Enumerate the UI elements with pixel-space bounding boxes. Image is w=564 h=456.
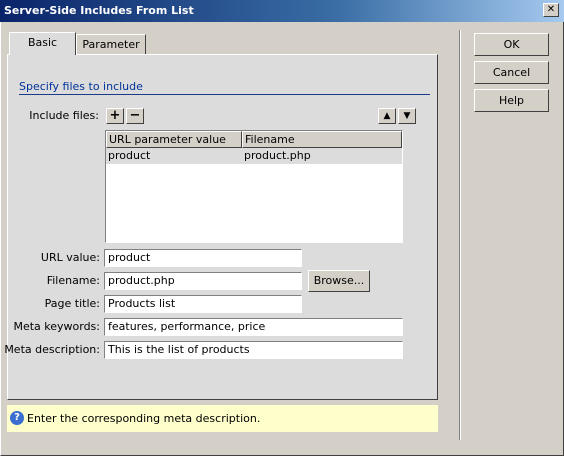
vertical-divider xyxy=(459,30,461,440)
move-up-icon[interactable]: ▲ xyxy=(378,108,396,124)
url-value-field[interactable]: product xyxy=(104,249,302,267)
basic-tab-panel: Specify files to include Include files: … xyxy=(4,54,438,400)
meta-description-label: Meta description: xyxy=(4,343,100,356)
title-bar: Server-Side Includes From List ✕ xyxy=(0,0,564,22)
move-down-icon[interactable]: ▼ xyxy=(398,108,416,124)
include-files-list[interactable]: URL parameter value Filename product pro… xyxy=(105,130,403,243)
window-title: Server-Side Includes From List xyxy=(4,4,194,17)
hint-text: Enter the corresponding meta description… xyxy=(27,412,261,425)
remove-icon[interactable]: − xyxy=(126,108,144,124)
meta-description-field[interactable]: This is the list of products xyxy=(104,341,403,359)
help-button[interactable]: Help xyxy=(474,89,549,112)
column-header-url[interactable]: URL parameter value xyxy=(106,131,242,148)
filename-cell: product.php xyxy=(244,149,311,162)
close-icon[interactable]: ✕ xyxy=(543,3,559,17)
url-cell: product xyxy=(108,149,151,162)
add-icon[interactable]: + xyxy=(106,108,124,124)
filename-field[interactable]: product.php xyxy=(104,272,302,290)
browse-button[interactable]: Browse... xyxy=(308,270,370,292)
cancel-button[interactable]: Cancel xyxy=(474,61,549,84)
table-row[interactable]: product product.php xyxy=(106,148,402,164)
page-title-label: Page title: xyxy=(44,297,100,310)
tab-basic[interactable]: Basic xyxy=(9,32,76,55)
url-value-label: URL value: xyxy=(40,251,100,264)
page-title-field[interactable]: Products list xyxy=(104,295,302,313)
help-icon: ? xyxy=(10,411,24,425)
section-divider xyxy=(19,94,430,95)
include-files-label: Include files: xyxy=(29,109,99,122)
hint-bar: ? Enter the corresponding meta descripti… xyxy=(7,405,438,432)
filename-label: Filename: xyxy=(46,274,100,287)
ok-button[interactable]: OK xyxy=(474,33,549,56)
column-header-filename[interactable]: Filename xyxy=(242,131,402,148)
meta-keywords-field[interactable]: features, performance, price xyxy=(104,318,403,336)
tab-parameter[interactable]: Parameter xyxy=(76,34,146,55)
section-label: Specify files to include xyxy=(19,80,143,93)
meta-keywords-label: Meta keywords: xyxy=(13,320,100,333)
